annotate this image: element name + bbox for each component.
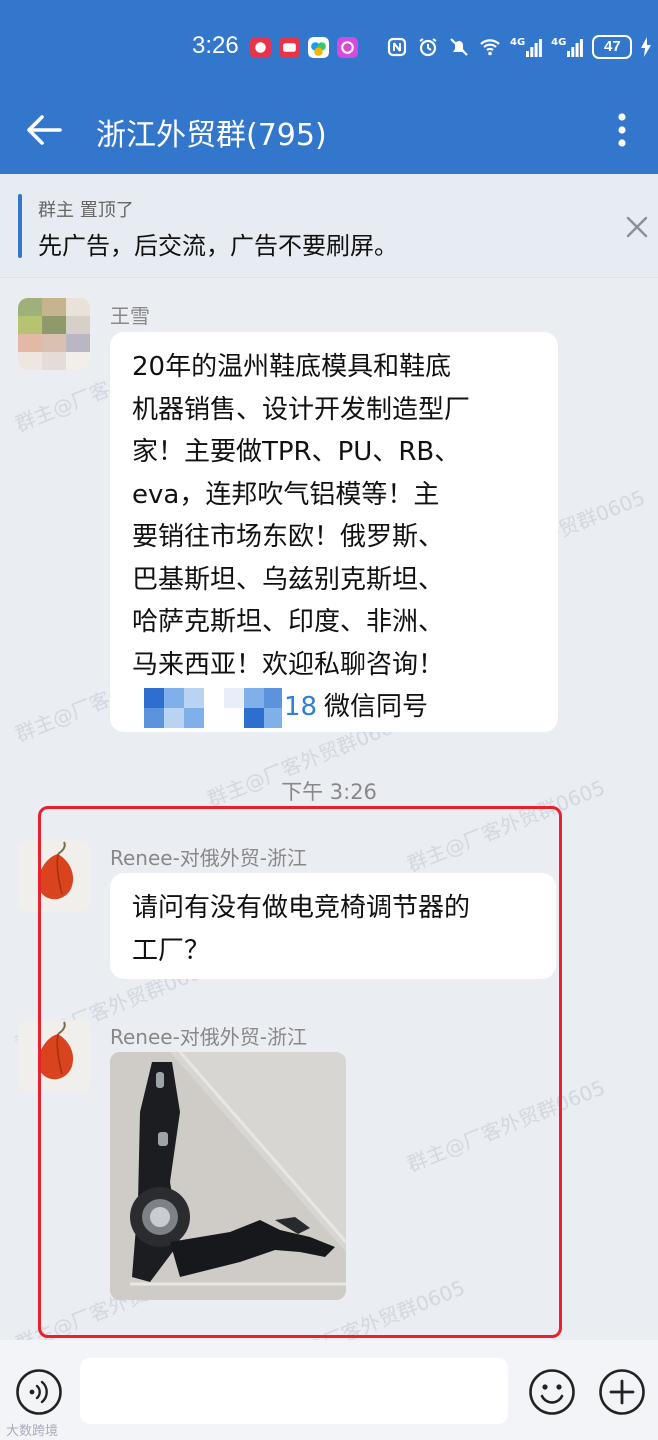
message-line: 巴基斯坦、乌兹别克斯坦、 <box>132 564 445 595</box>
phone-suffix[interactable]: 18 <box>284 686 317 729</box>
emoji-icon[interactable] <box>528 1368 576 1416</box>
status-time: 3:26 <box>192 32 239 59</box>
network-type-label: 4G <box>510 37 526 48</box>
chat-title[interactable]: 浙江外贸群(795) <box>96 110 327 154</box>
nfc-icon <box>387 37 407 57</box>
status-bar: 3:26 4G 4G 47 <box>0 30 658 66</box>
message-line: 马来西亚！欢迎私聊咨询！ <box>132 649 445 680</box>
signal-strength-2: 4G <box>551 37 584 57</box>
pinned-text[interactable]: 先广告，后交流，广告不要刷屏。 <box>38 226 398 261</box>
app-notification-icon <box>308 37 329 58</box>
battery-level: 47 <box>592 35 633 59</box>
message-line: 要销往市场东欧！俄罗斯、 <box>132 522 445 552</box>
message-line: 20年的温州鞋底模具和鞋底 <box>132 352 452 382</box>
message-line: eva，连邦吹气铝模等！主 <box>132 479 440 510</box>
pinned-meta: 群主 置顶了 <box>38 200 134 221</box>
system-status: 4G 4G 47 <box>386 35 652 59</box>
alarm-icon <box>419 38 437 57</box>
message-bubble[interactable]: 20年的温州鞋底模具和鞋底 机器销售、设计开发制造型厂 家！主要做TPR、PU、… <box>110 332 558 732</box>
message-input[interactable] <box>80 1358 508 1424</box>
wifi-icon <box>480 39 500 56</box>
message-line: 哈萨克斯坦、印度、非洲、 <box>132 607 445 637</box>
highlight-frame <box>38 806 562 1338</box>
app-header: 3:26 4G 4G 47 浙江外贸群(795) <box>0 0 658 174</box>
signal-strength-1: 4G <box>510 37 543 57</box>
signal-icon <box>526 39 543 57</box>
sender-name: 王雪 <box>110 304 150 328</box>
pinned-indicator <box>18 194 22 258</box>
close-icon[interactable] <box>624 214 650 240</box>
charging-icon <box>641 37 652 57</box>
redacted-phone-number <box>144 688 282 728</box>
back-arrow-icon[interactable] <box>24 112 64 148</box>
avatar-image <box>18 298 90 370</box>
mute-icon <box>450 38 468 56</box>
plus-icon[interactable] <box>598 1368 646 1416</box>
contact-label: 微信同号 <box>324 692 429 722</box>
app-notification-icon <box>250 37 271 58</box>
app-notification-icon <box>279 37 300 58</box>
network-type-label: 4G <box>551 37 567 48</box>
time-divider: 下午 3:26 <box>281 780 377 804</box>
notification-icons <box>250 37 358 58</box>
message-line: 机器销售、设计开发制造型厂 <box>132 394 471 425</box>
avatar[interactable] <box>18 298 90 370</box>
more-options-icon[interactable] <box>610 110 634 150</box>
footer-watermark: 大数跨境 <box>6 1424 59 1439</box>
message-line: 家！主要做TPR、PU、RB、 <box>132 437 461 467</box>
signal-icon <box>567 39 584 57</box>
voice-input-icon[interactable] <box>15 1368 63 1416</box>
app-notification-icon <box>337 37 358 58</box>
